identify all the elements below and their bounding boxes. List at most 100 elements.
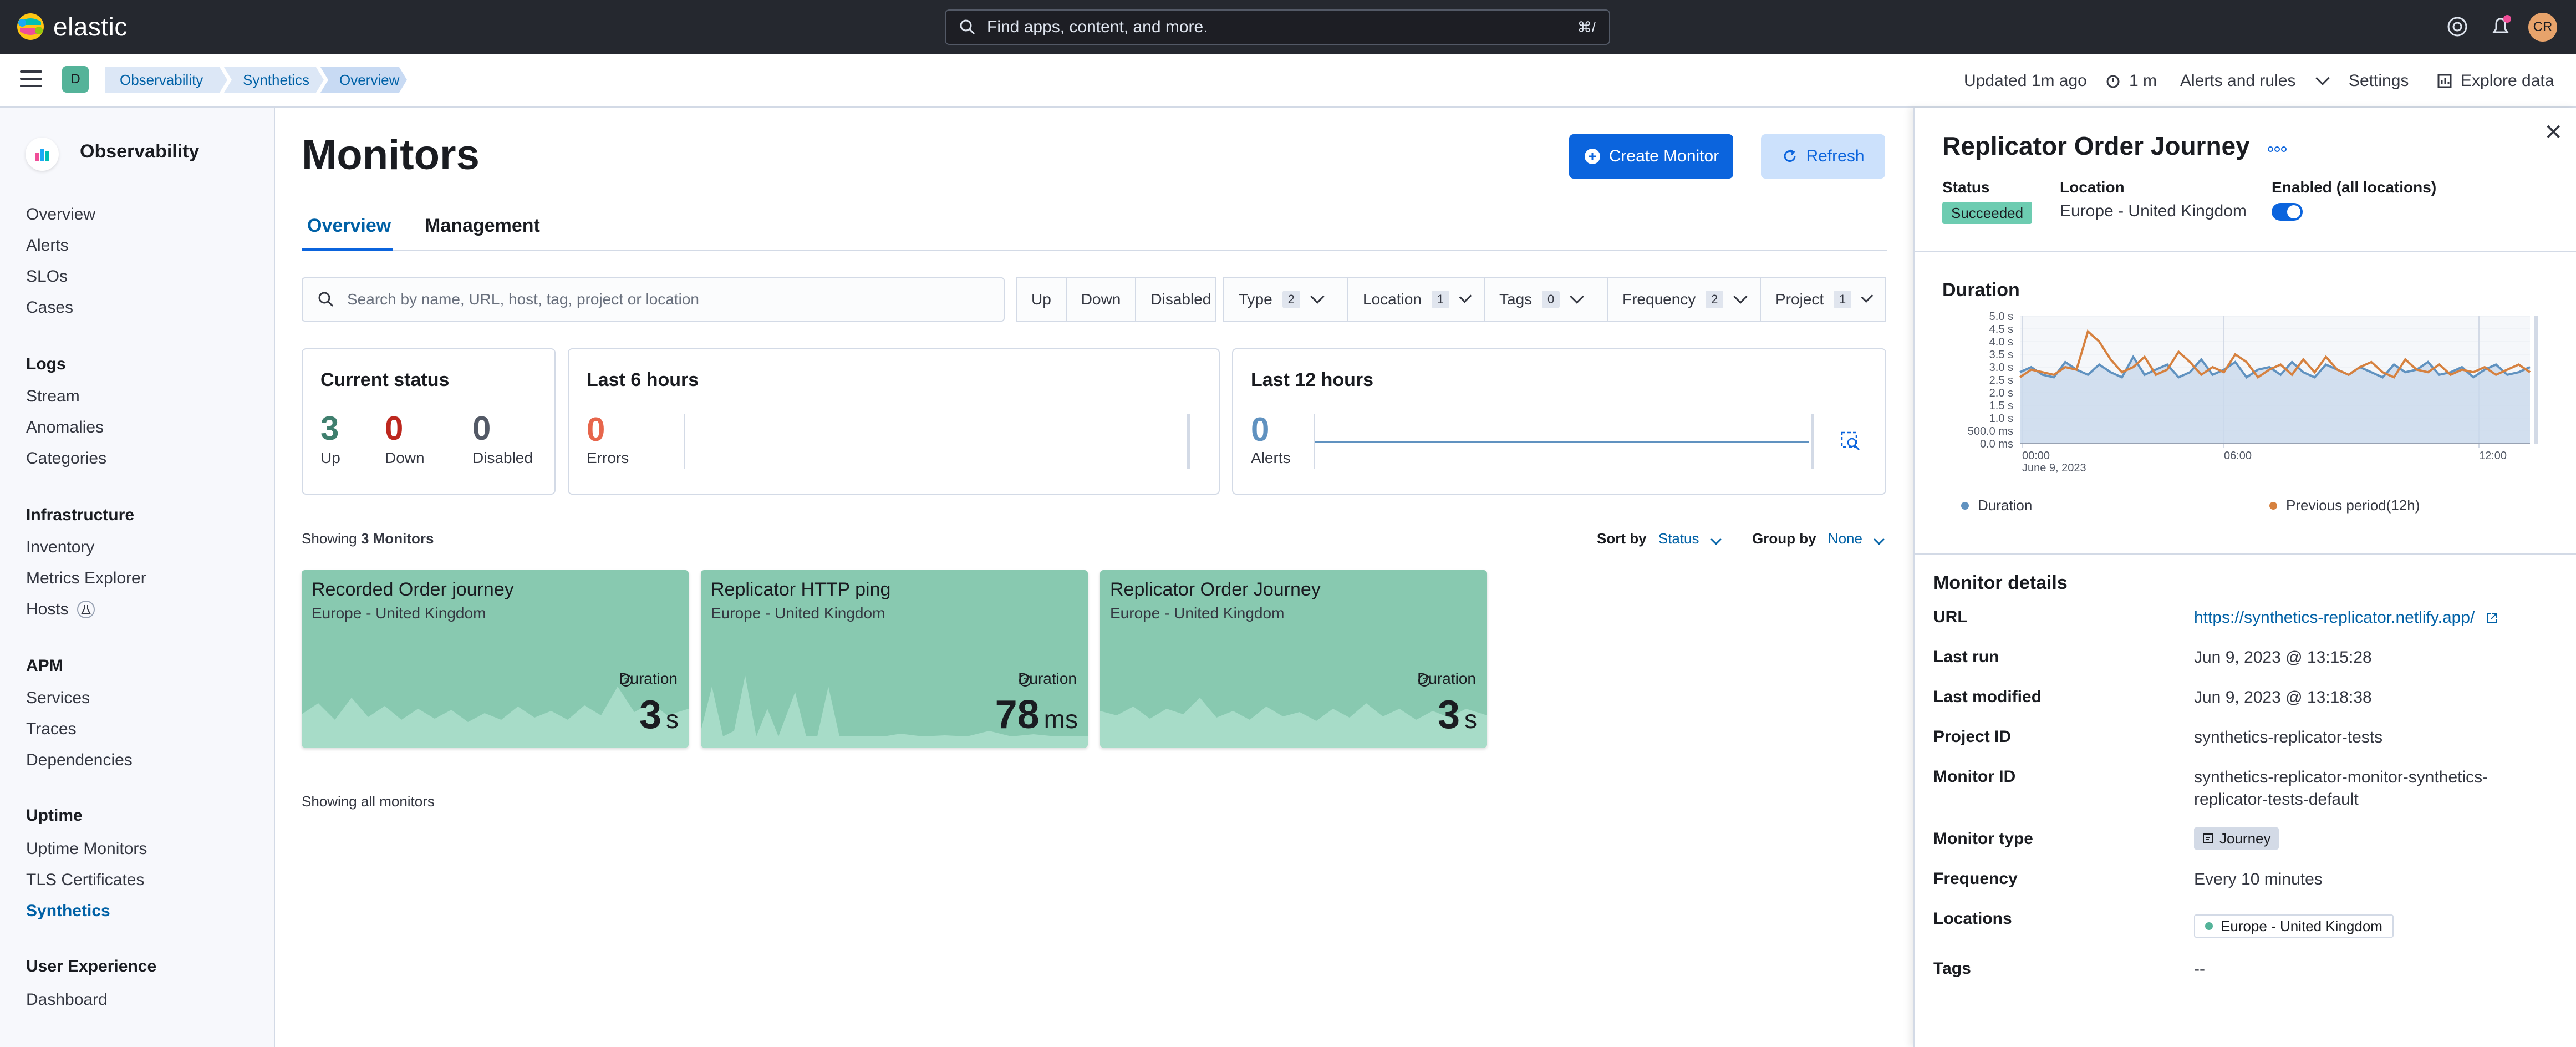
sidebar-section-uptime: Uptime: [26, 806, 83, 825]
create-monitor-button[interactable]: Create Monitor: [1569, 134, 1733, 179]
global-search[interactable]: Find apps, content, and more. ⌘/: [945, 9, 1610, 45]
filter-frequency[interactable]: Frequency 2: [1608, 278, 1761, 321]
errors-chart-axis: [684, 414, 685, 469]
filter-disabled[interactable]: Disabled: [1136, 278, 1225, 321]
sidebar-item-inventory[interactable]: Inventory: [26, 538, 94, 557]
sidebar-item-overview[interactable]: Overview: [26, 205, 95, 224]
legend-duration[interactable]: Duration: [1961, 497, 2032, 514]
enabled-label: Enabled (all locations): [2272, 179, 2437, 196]
menu-toggle[interactable]: [20, 70, 42, 90]
tab-overview[interactable]: Overview: [307, 215, 391, 237]
monitor-card[interactable]: Replicator Order Journey Europe - United…: [1100, 570, 1487, 748]
filter-frequency-label: Frequency: [1622, 291, 1696, 308]
monitor-card-location: Europe - United Kingdom: [312, 604, 486, 622]
last-12-hours-title: Last 12 hours: [1251, 369, 1374, 390]
chevron-down-icon: [1874, 534, 1885, 545]
last-run-label: Last run: [1933, 648, 1999, 666]
sidebar-item-synthetics[interactable]: Synthetics: [26, 902, 110, 921]
chart-icon: [2437, 74, 2452, 88]
filter-tags[interactable]: Tags 0: [1485, 278, 1608, 321]
url-value[interactable]: https://synthetics-replicator.netlify.ap…: [2194, 607, 2498, 629]
sidebar-item-cases[interactable]: Cases: [26, 298, 73, 317]
chart-y-tick-label: 2.0 s: [1989, 387, 2013, 399]
chevron-down-icon: [1861, 291, 1874, 303]
sidebar-section-user-experience: User Experience: [26, 957, 157, 975]
filter-frequency-count: 2: [1706, 291, 1724, 308]
monitor-card-sparkline: [1100, 698, 1487, 748]
monitor-id-line-1: synthetics-replicator-monitor-synthetics…: [2194, 768, 2488, 786]
monitor-card[interactable]: Recorded Order journey Europe - United K…: [302, 570, 689, 748]
filter-project[interactable]: Project 1: [1761, 278, 1885, 321]
monitor-card-duration-label: Duration ?: [1417, 670, 1476, 688]
monitor-card[interactable]: Replicator HTTP ping Europe - United Kin…: [701, 570, 1088, 748]
monitor-card-duration-unit: ms: [1043, 705, 1078, 734]
inspect-icon[interactable]: [1840, 430, 1862, 453]
duration-chart-title: Duration: [1942, 279, 2020, 301]
flyout-divider: [1915, 251, 2576, 252]
filter-type[interactable]: Type 2: [1224, 278, 1348, 321]
last-6-hours-title: Last 6 hours: [587, 369, 699, 390]
close-icon[interactable]: ✕: [2544, 120, 2563, 145]
sidebar-item-metrics-explorer[interactable]: Metrics Explorer: [26, 569, 146, 588]
settings-link[interactable]: Settings: [2349, 54, 2409, 108]
chart-y-tick-label: 0.0 ms: [1980, 438, 2013, 450]
beta-flask-icon: [77, 601, 95, 618]
monitor-card-duration: 3s: [1438, 692, 1477, 738]
sidebar-item-anomalies[interactable]: Anomalies: [26, 418, 104, 437]
sidebar-item-stream[interactable]: Stream: [26, 387, 80, 406]
help-icon[interactable]: [2445, 14, 2470, 39]
explore-data-link[interactable]: Explore data: [2436, 54, 2554, 108]
chart-brush-edge: [2534, 316, 2538, 444]
refresh-label: Refresh: [1806, 147, 1865, 165]
sidebar-item-categories[interactable]: Categories: [26, 449, 106, 468]
monitor-search-input[interactable]: Search by name, URL, host, tag, project …: [302, 277, 1005, 322]
chart-y-tick-label: 3.5 s: [1989, 349, 2013, 361]
breadcrumb-observability[interactable]: Observability: [105, 67, 227, 93]
sidebar-item-tls-certificates[interactable]: TLS Certificates: [26, 871, 144, 890]
filter-location[interactable]: Location 1: [1348, 278, 1485, 321]
breadcrumb-overview[interactable]: Overview: [320, 67, 407, 93]
monitor-card-location: Europe - United Kingdom: [1110, 604, 1285, 622]
sidebar-item-slos[interactable]: SLOs: [26, 267, 68, 286]
enabled-toggle[interactable]: [2272, 203, 2303, 221]
sidebar-item-hosts[interactable]: Hosts: [26, 600, 95, 619]
monitor-card-name: Replicator HTTP ping: [711, 579, 891, 600]
notifications-icon[interactable]: [2488, 14, 2513, 39]
elastic-logo[interactable]: elastic: [16, 11, 128, 42]
alerts-rules-menu[interactable]: Alerts and rules: [2180, 54, 2330, 108]
filter-tags-count: 0: [1542, 291, 1560, 308]
sort-by-control[interactable]: Sort by Status: [1597, 530, 1722, 547]
chevron-down-icon: [1733, 289, 1748, 304]
filter-location-label: Location: [1363, 291, 1422, 308]
filter-down[interactable]: Down: [1067, 278, 1137, 321]
space-selector[interactable]: D: [62, 66, 89, 93]
monitor-id-value: synthetics-replicator-monitor-synthetics…: [2194, 766, 2488, 811]
url-link[interactable]: https://synthetics-replicator.netlify.ap…: [2194, 608, 2475, 627]
tab-management[interactable]: Management: [425, 215, 540, 237]
more-actions-icon[interactable]: [2266, 144, 2288, 155]
sidebar-section-infrastructure: Infrastructure: [26, 506, 135, 524]
filter-up[interactable]: Up: [1017, 278, 1067, 321]
elastic-logo-icon: [17, 13, 44, 40]
chart-x-tick-label: 00:00: [2022, 450, 2050, 462]
sidebar-item-uptime-monitors[interactable]: Uptime Monitors: [26, 840, 147, 858]
refresh-interval[interactable]: 1 m: [2105, 54, 2157, 108]
sidebar-item-traces[interactable]: Traces: [26, 720, 77, 739]
refresh-button[interactable]: Refresh: [1761, 134, 1885, 179]
showing-prefix: Showing: [302, 530, 357, 547]
sidebar-item-dependencies[interactable]: Dependencies: [26, 751, 133, 770]
refresh-icon: [1784, 149, 1796, 162]
breadcrumb-synthetics[interactable]: Synthetics: [224, 67, 324, 93]
group-by-control[interactable]: Group by None: [1752, 530, 1885, 547]
sidebar-item-services[interactable]: Services: [26, 689, 90, 708]
flyout-title-text: Replicator Order Journey: [1942, 131, 2250, 160]
flyout-title: Replicator Order Journey: [1942, 131, 2288, 161]
sidebar-item-dashboard[interactable]: Dashboard: [26, 990, 108, 1009]
search-icon: [318, 292, 334, 307]
sidebar-item-alerts[interactable]: Alerts: [26, 236, 69, 255]
group-by-value: None: [1827, 530, 1862, 547]
legend-previous-period[interactable]: Previous period(12h): [2269, 497, 2420, 514]
monitor-card-duration-unit: s: [666, 705, 679, 734]
filter-project-label: Project: [1775, 291, 1824, 308]
user-avatar[interactable]: CR: [2528, 13, 2557, 42]
